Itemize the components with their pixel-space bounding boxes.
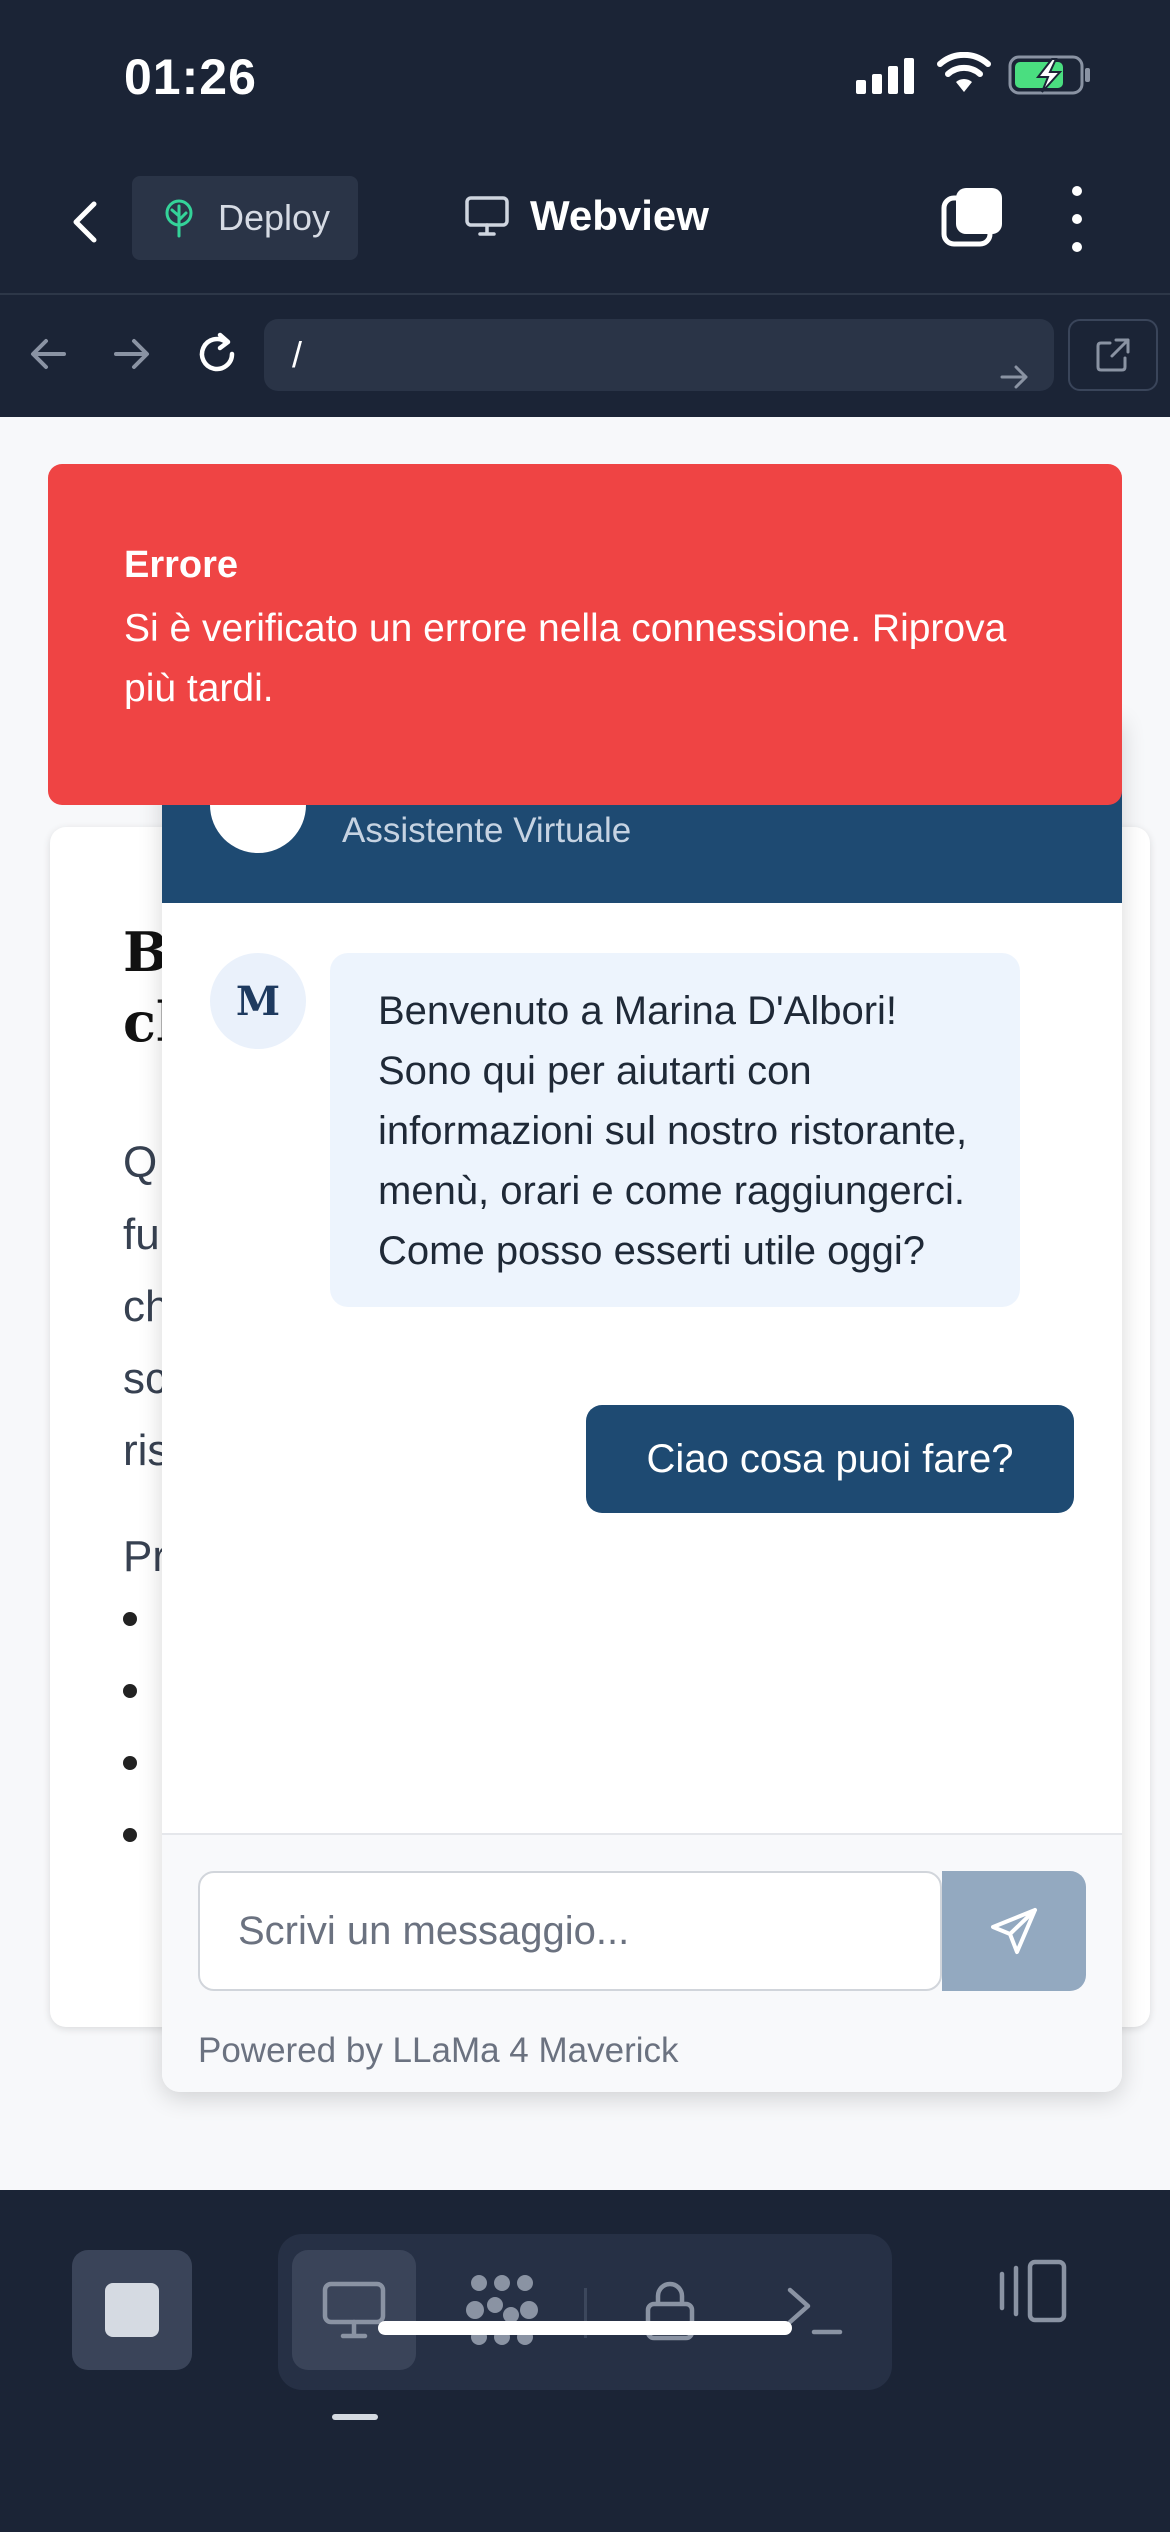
list-item [123,1756,137,1770]
user-message: Ciao cosa puoi fare? [586,1405,1074,1513]
tool-group [278,2234,892,2390]
cellular-signal-icon [856,58,914,94]
list-item [123,1828,137,1842]
wifi-icon [937,52,991,92]
active-tool-indicator [332,2414,378,2420]
chat-widget: Assistente Virtuale M Benvenuto a Marina… [162,717,1122,2092]
bot-message: Benvenuto a Marina D'Albori! Sono qui pe… [330,953,1020,1307]
powered-by-text: Powered by LLaMa 4 Maverick [198,2031,679,2070]
webview-title-label: Webview [530,192,709,239]
stop-button[interactable] [72,2250,192,2370]
url-input[interactable]: / [264,319,1054,391]
terminal-icon [787,2287,843,2335]
tool-shell[interactable] [752,2250,876,2370]
send-icon [991,1908,1037,1954]
message-input[interactable] [198,1871,942,1991]
chat-subtitle: Assistente Virtuale [342,811,632,850]
bottom-toolbar [0,2190,1170,2532]
dots-grid-icon [466,2275,538,2345]
monitor-icon [465,196,509,236]
url-bar: / [0,297,1170,417]
webview-title[interactable]: Webview [464,192,709,240]
send-button[interactable] [942,1871,1086,1991]
app-root: 01:26 Deploy Webview / B cl Q fu ch sc r… [0,0,1170,2532]
deploy-label: Deploy [218,197,331,238]
panel-icon[interactable] [994,2258,1070,2324]
status-time: 01:26 [124,49,257,105]
tool-secrets[interactable] [608,2250,732,2370]
battery-charging-icon [1008,55,1090,95]
monitor-icon [322,2281,386,2339]
list-item [123,1684,137,1698]
stop-icon [105,2283,159,2337]
message-composer: Powered by LLaMa 4 Maverick [162,1833,1122,2092]
status-bar: 01:26 [0,0,1170,150]
background-bullet-list [123,1612,137,1900]
deploy-button[interactable]: Deploy [132,176,358,260]
tool-webview[interactable] [292,2250,416,2370]
more-vertical-icon[interactable] [1062,186,1092,252]
list-item [123,1612,137,1626]
tree-icon [165,199,193,238]
error-toast[interactable]: Errore Si è verificato un errore nella c… [48,464,1122,805]
back-icon[interactable] [60,192,110,252]
error-message: Si è verificato un errore nella connessi… [124,607,1007,710]
error-title: Errore [124,544,239,586]
reload-icon[interactable] [192,329,242,379]
nav-back-icon[interactable] [28,327,68,381]
tool-apps[interactable] [440,2250,564,2370]
home-indicator[interactable] [378,2321,792,2335]
go-arrow-icon[interactable] [1000,341,1030,413]
open-external-button[interactable] [1068,319,1158,391]
bot-avatar: M [210,953,306,1049]
nav-forward-icon[interactable] [112,327,152,381]
url-text: / [292,334,303,375]
webview-content: B cl Q fu ch sc ris Pr Assistente Virtua… [0,417,1170,2190]
external-link-icon [1096,338,1130,372]
tabs-icon[interactable] [940,184,1006,250]
app-header: Deploy Webview [0,150,1170,295]
message-list: M Benvenuto a Marina D'Albori! Sono qui … [162,903,1122,1833]
